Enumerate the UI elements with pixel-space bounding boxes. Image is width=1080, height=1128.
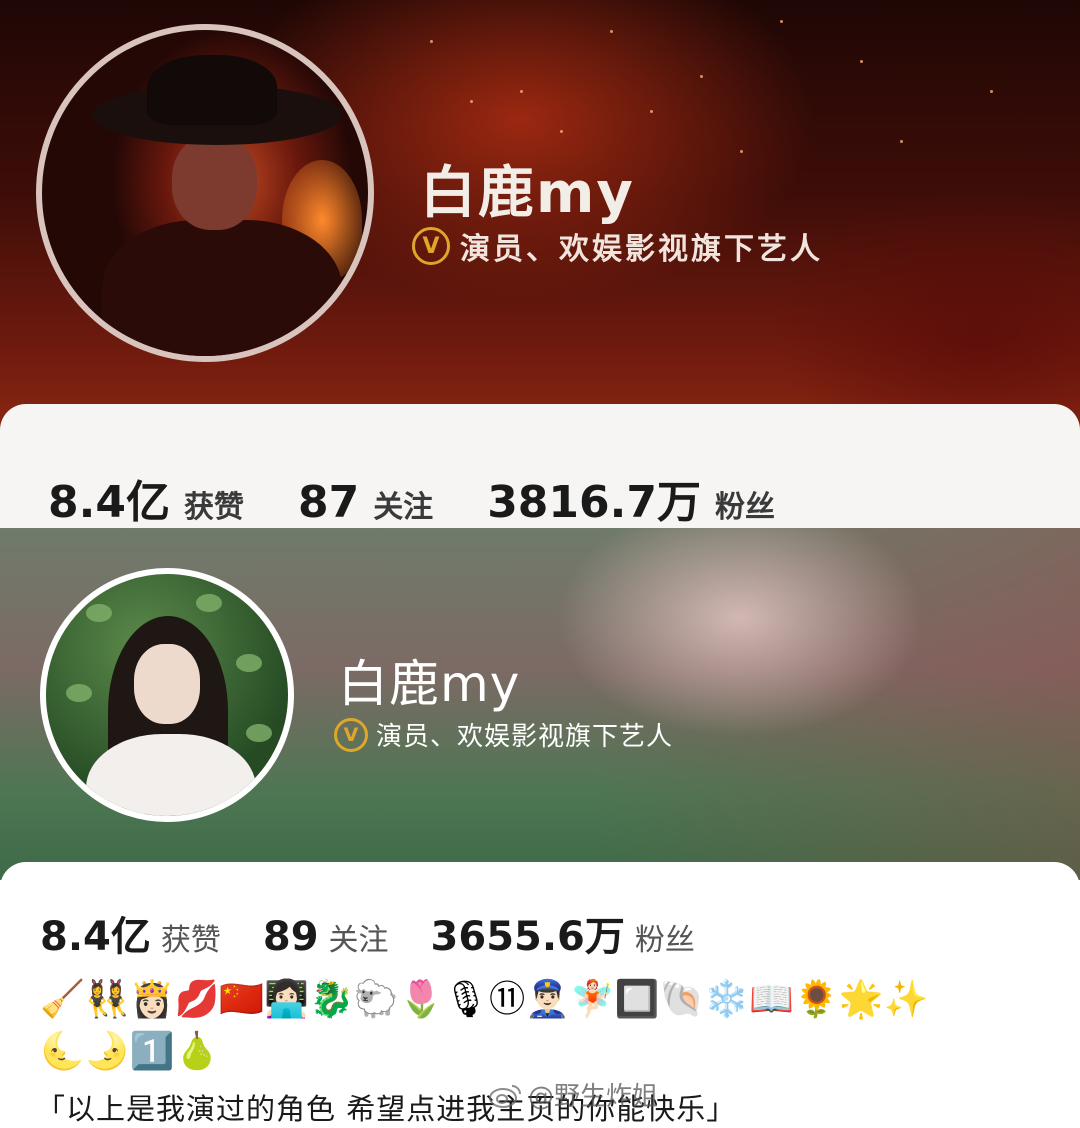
avatar[interactable] (40, 568, 294, 822)
followers-count: 3655.6万 (430, 914, 625, 960)
likes-stat[interactable]: 8.4亿 获赞 (48, 466, 244, 528)
v-verified-icon: V (412, 227, 450, 265)
following-stat[interactable]: 89 关注 (263, 914, 389, 960)
v-verified-icon: V (334, 717, 368, 752)
likes-count: 8.4亿 (40, 914, 151, 960)
verified-title: V 演员、欢娱影视旗下艺人 (412, 224, 823, 268)
avatar[interactable] (36, 24, 374, 362)
likes-label: 获赞 (160, 923, 221, 958)
stats-card: 8.4亿 获赞 87 关注 3816.7万 粉丝 (0, 404, 1080, 528)
following-count: 87 (297, 477, 360, 528)
following-count: 89 (262, 914, 319, 960)
followers-count: 3816.7万 (487, 477, 701, 528)
following-stat[interactable]: 87 关注 (298, 477, 433, 528)
followers-label: 粉丝 (714, 490, 775, 525)
bio-emoji-row-2: 🌜🌛1️⃣🍐 (40, 1031, 220, 1072)
profile-name: 白鹿my (420, 161, 635, 226)
verified-title-text: 演员、欢娱影视旗下艺人 (376, 722, 674, 752)
bio-emoji-row-1: 🧹👯‍♀️👸🏻💋🇨🇳👩🏻‍💻🐉🐑🌷🎙⑪👮🏻‍♂️🧚🏻🔲🐚❄️📖🌻🌟✨ (40, 979, 929, 1020)
stats-row: 8.4亿 获赞 89 关注 3655.6万 粉丝 (40, 904, 695, 962)
verified-title-text: 演员、欢娱影视旗下艺人 (460, 232, 823, 267)
likes-stat[interactable]: 8.4亿 获赞 (40, 904, 221, 962)
following-label: 关注 (328, 923, 389, 958)
likes-label: 获赞 (183, 490, 244, 525)
watermark-text: @野生炸姐 (528, 1082, 659, 1112)
following-label: 关注 (373, 490, 434, 525)
followers-stat[interactable]: 3655.6万 粉丝 (431, 904, 695, 962)
profile-name: 白鹿my (338, 655, 521, 713)
likes-count: 8.4亿 (48, 477, 170, 528)
old-profile-screenshot: 白鹿my V 演员、欢娱影视旗下艺人 8.4亿 获赞 87 关注 3816.7万… (0, 0, 1080, 528)
weibo-logo-icon (489, 1084, 521, 1108)
watermark: @野生炸姐 (488, 1076, 658, 1113)
verified-title: V 演员、欢娱影视旗下艺人 (334, 716, 673, 753)
followers-stat[interactable]: 3816.7万 粉丝 (487, 466, 775, 528)
stats-row: 8.4亿 获赞 87 关注 3816.7万 粉丝 (48, 466, 775, 528)
followers-label: 粉丝 (634, 923, 695, 958)
